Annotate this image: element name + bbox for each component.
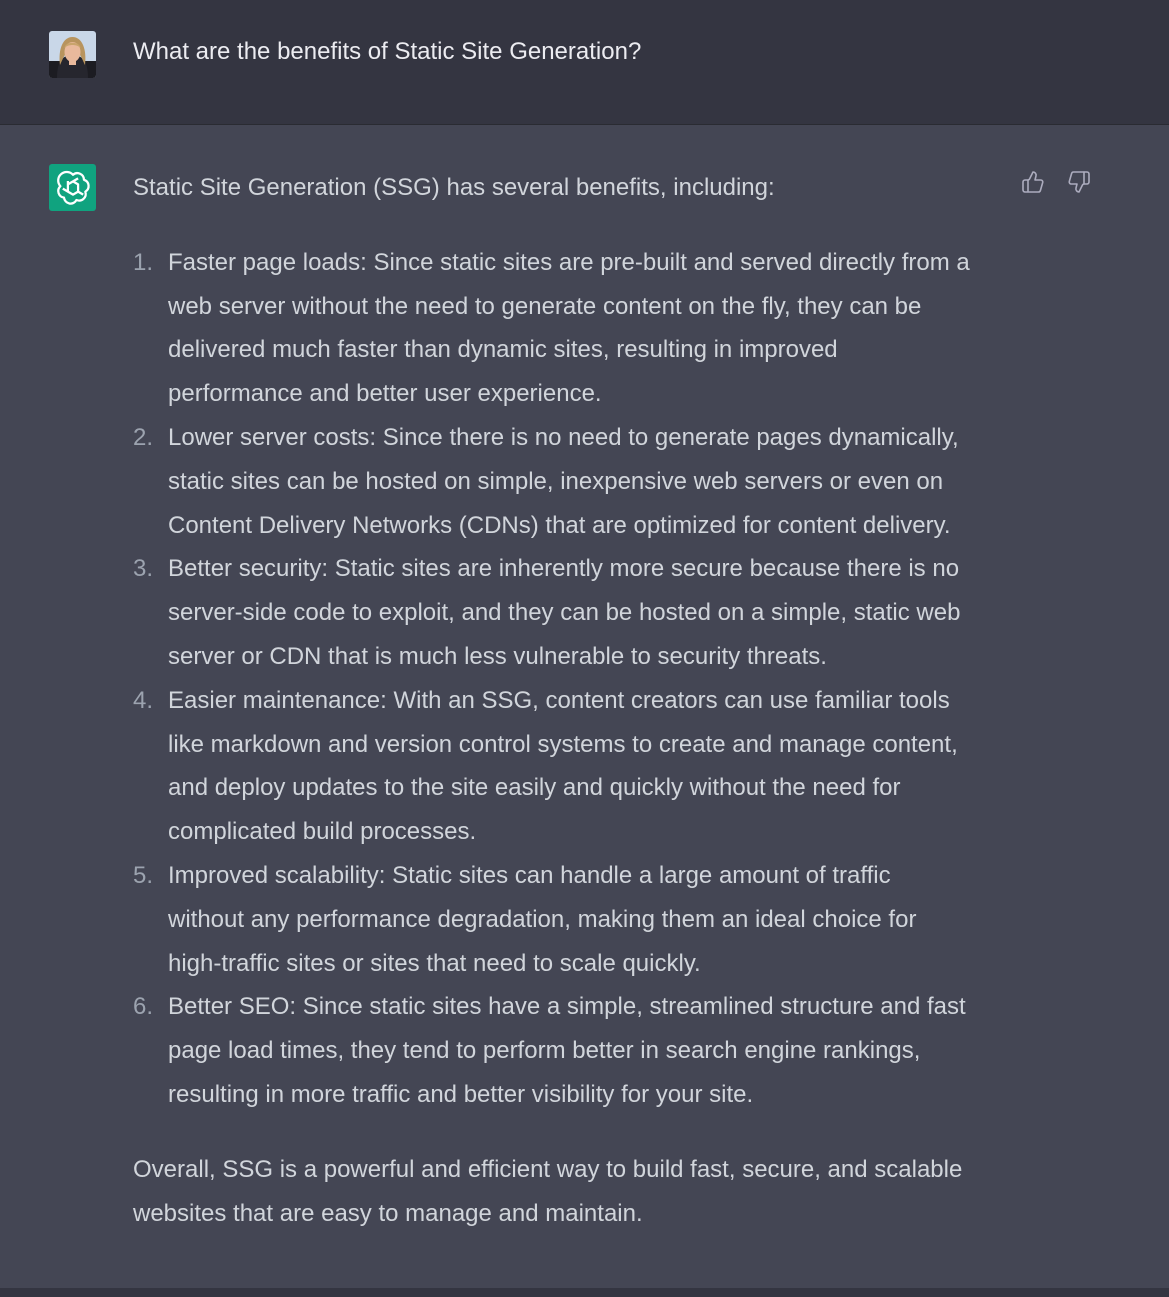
intro-text: Static Site Generation (SSG) has several… bbox=[133, 174, 775, 201]
thumbs-up-button[interactable] bbox=[1020, 169, 1046, 195]
list-item-text: performance and better user experience. bbox=[168, 380, 602, 408]
thumbs-down-button[interactable] bbox=[1066, 169, 1092, 195]
user-message-row: What are the benefits of Static Site Gen… bbox=[0, 0, 1169, 125]
feedback-buttons bbox=[1020, 169, 1092, 195]
list-item: 3. Better security: Static sites are inh… bbox=[133, 547, 1013, 678]
list-item: 1. Faster page loads: Since static sites… bbox=[133, 241, 1013, 416]
list-item: 2. Lower server costs: Since there is no… bbox=[133, 416, 1013, 547]
list-item-text: like markdown and version control system… bbox=[168, 730, 958, 758]
list-item-text: Content Delivery Networks (CDNs) that ar… bbox=[168, 511, 951, 539]
list-item-text: Better security: Static sites are inhere… bbox=[168, 555, 960, 583]
list-item-text: resulting in more traffic and better vis… bbox=[168, 1080, 754, 1108]
list-number: 5. bbox=[133, 861, 154, 889]
user-message-text: What are the benefits of Static Site Gen… bbox=[133, 38, 642, 65]
list-item-text: Lower server costs: Since there is no ne… bbox=[168, 423, 959, 451]
list-item-text: Faster page loads: Since static sites ar… bbox=[168, 248, 970, 276]
list-number: 2. bbox=[133, 423, 154, 451]
list-item-text: web server without the need to generate … bbox=[168, 292, 922, 320]
list-number: 1. bbox=[133, 248, 154, 276]
thumbs-down-icon bbox=[1068, 171, 1090, 193]
list-item-text: and deploy updates to the site easily an… bbox=[168, 774, 901, 802]
list-item: 6. Better SEO: Since static sites have a… bbox=[133, 985, 1013, 1116]
list-number: 4. bbox=[133, 686, 154, 714]
list-item-text: page load times, they tend to perform be… bbox=[168, 1037, 921, 1065]
conclusion-text: Overall, SSG is a powerful and efficient… bbox=[133, 1155, 963, 1183]
user-avatar bbox=[49, 31, 96, 78]
list-item: 5. Improved scalability: Static sites ca… bbox=[133, 854, 1013, 985]
list-item: 4. Easier maintenance: With an SSG, cont… bbox=[133, 679, 1013, 854]
benefits-list: 1. Faster page loads: Since static sites… bbox=[133, 241, 1013, 1117]
list-item-text: Better SEO: Since static sites have a si… bbox=[168, 993, 966, 1021]
list-item-text: server or CDN that is much less vulnerab… bbox=[168, 642, 827, 670]
list-item-text: delivered much faster than dynamic sites… bbox=[168, 336, 838, 364]
list-item-text: server-side code to exploit, and they ca… bbox=[168, 599, 961, 627]
openai-logo-icon bbox=[49, 164, 96, 211]
bottom-divider bbox=[0, 1288, 1169, 1297]
list-item-text: Improved scalability: Static sites can h… bbox=[168, 861, 891, 889]
list-item-text: without any performance degradation, mak… bbox=[168, 905, 917, 933]
list-item-text: Easier maintenance: With an SSG, content… bbox=[168, 686, 950, 714]
list-item-text: complicated build processes. bbox=[168, 818, 477, 846]
assistant-message-row: Static Site Generation (SSG) has several… bbox=[0, 125, 1169, 1288]
list-item-text: static sites can be hosted on simple, in… bbox=[168, 467, 944, 495]
list-number: 3. bbox=[133, 555, 154, 583]
assistant-message-content: Static Site Generation (SSG) has several… bbox=[133, 166, 1013, 1235]
list-number: 6. bbox=[133, 993, 154, 1021]
list-item-text: high-traffic sites or sites that need to… bbox=[168, 949, 701, 977]
thumbs-up-icon bbox=[1022, 171, 1044, 193]
conclusion-text: websites that are easy to manage and mai… bbox=[133, 1199, 643, 1227]
